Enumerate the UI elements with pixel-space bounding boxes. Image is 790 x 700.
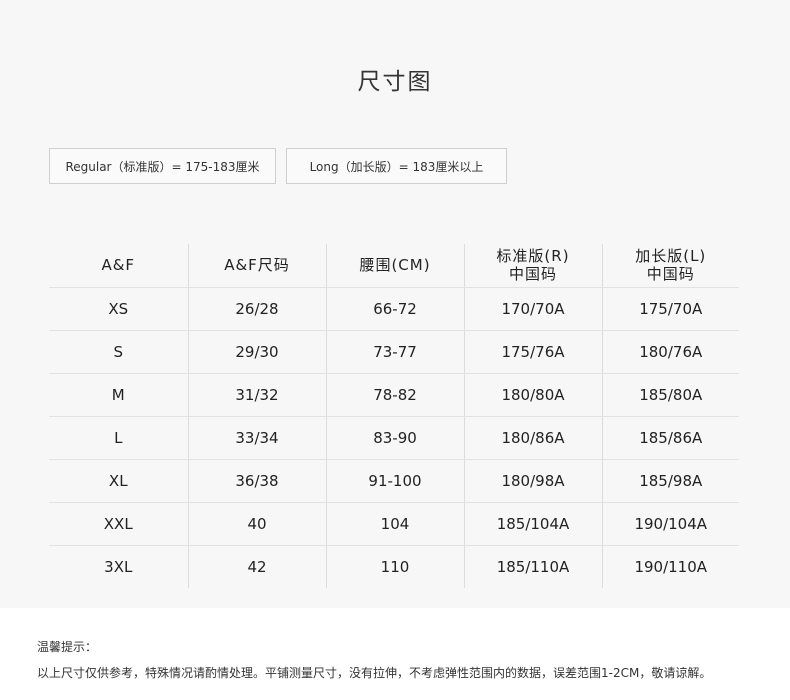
cell-waist: 83-90 [325,416,464,460]
cell-waist: 110 [325,545,464,588]
cell-af-size: 31/32 [187,373,326,417]
table-header-row: A&F A&F尺码 腰围(CM) 标准版(R) 中国码 加长版(L) 中国码 [49,244,739,288]
header-waist: 腰围(CM) [325,244,464,288]
cell-af: S [49,330,188,374]
header-waist-label: 腰围(CM) [359,256,431,275]
notes-title: 温馨提示： [37,640,98,654]
header-regular: 标准版(R) 中国码 [463,244,602,288]
cell-long: 190/104A [601,502,739,546]
header-af-label: A&F [101,256,136,275]
cell-long: 185/86A [601,416,739,460]
header-long: 加长版(L) 中国码 [601,244,739,288]
table-row: M 31/32 78-82 180/80A 185/80A [49,373,739,417]
cell-long: 190/110A [601,545,739,588]
cell-af-size: 33/34 [187,416,326,460]
cell-regular: 185/110A [463,545,602,588]
header-long-line1: 加长版(L) [635,247,707,266]
cell-long: 185/80A [601,373,739,417]
long-fit-badge: Long（加长版）= 183厘米以上 [286,148,507,184]
cell-af-size: 29/30 [187,330,326,374]
size-chart-panel: 尺寸图 Regular（标准版）= 175-183厘米 Long（加长版）= 1… [0,0,790,608]
cell-af-size: 42 [187,545,326,588]
table-row: S 29/30 73-77 175/76A 180/76A [49,330,739,374]
table-row: L 33/34 83-90 180/86A 185/86A [49,416,739,460]
cell-af-size: 36/38 [187,459,326,503]
cell-af: XL [49,459,188,503]
cell-regular: 170/70A [463,287,602,331]
cell-af-size: 26/28 [187,287,326,331]
table-row: XS 26/28 66-72 170/70A 175/70A [49,287,739,331]
header-af-size: A&F尺码 [187,244,326,288]
cell-af: XXL [49,502,188,546]
regular-fit-badge: Regular（标准版）= 175-183厘米 [49,148,276,184]
cell-af-size: 40 [187,502,326,546]
header-regular-line1: 标准版(R) [496,247,570,266]
header-af-size-label: A&F尺码 [224,256,290,275]
page-title: 尺寸图 [357,69,433,95]
header-af: A&F [49,244,188,288]
cell-regular: 180/98A [463,459,602,503]
cell-long: 180/76A [601,330,739,374]
table-row: 3XL 42 110 185/110A 190/110A [49,545,739,588]
cell-regular: 180/80A [463,373,602,417]
cell-long: 175/70A [601,287,739,331]
cell-regular: 185/104A [463,502,602,546]
cell-af: XS [49,287,188,331]
cell-long: 185/98A [601,459,739,503]
cell-af: L [49,416,188,460]
cell-regular: 180/86A [463,416,602,460]
cell-waist: 104 [325,502,464,546]
cell-af: M [49,373,188,417]
table-row: XL 36/38 91-100 180/98A 185/98A [49,459,739,503]
header-regular-line2: 中国码 [508,265,557,284]
cell-waist: 91-100 [325,459,464,503]
cell-waist: 66-72 [325,287,464,331]
cell-af: 3XL [104,557,133,576]
cell-waist: 73-77 [325,330,464,374]
size-table: A&F A&F尺码 腰围(CM) 标准版(R) 中国码 加长版(L) 中国码 X… [49,244,739,588]
header-long-line2: 中国码 [646,265,695,284]
cell-regular: 175/76A [463,330,602,374]
notes-text: 以上尺寸仅供参考，特殊情况请酌情处理。平铺测量尺寸，没有拉伸，不考虑弹性范围内的… [37,666,712,680]
cell-waist: 78-82 [325,373,464,417]
table-row: XXL 40 104 185/104A 190/104A [49,502,739,546]
